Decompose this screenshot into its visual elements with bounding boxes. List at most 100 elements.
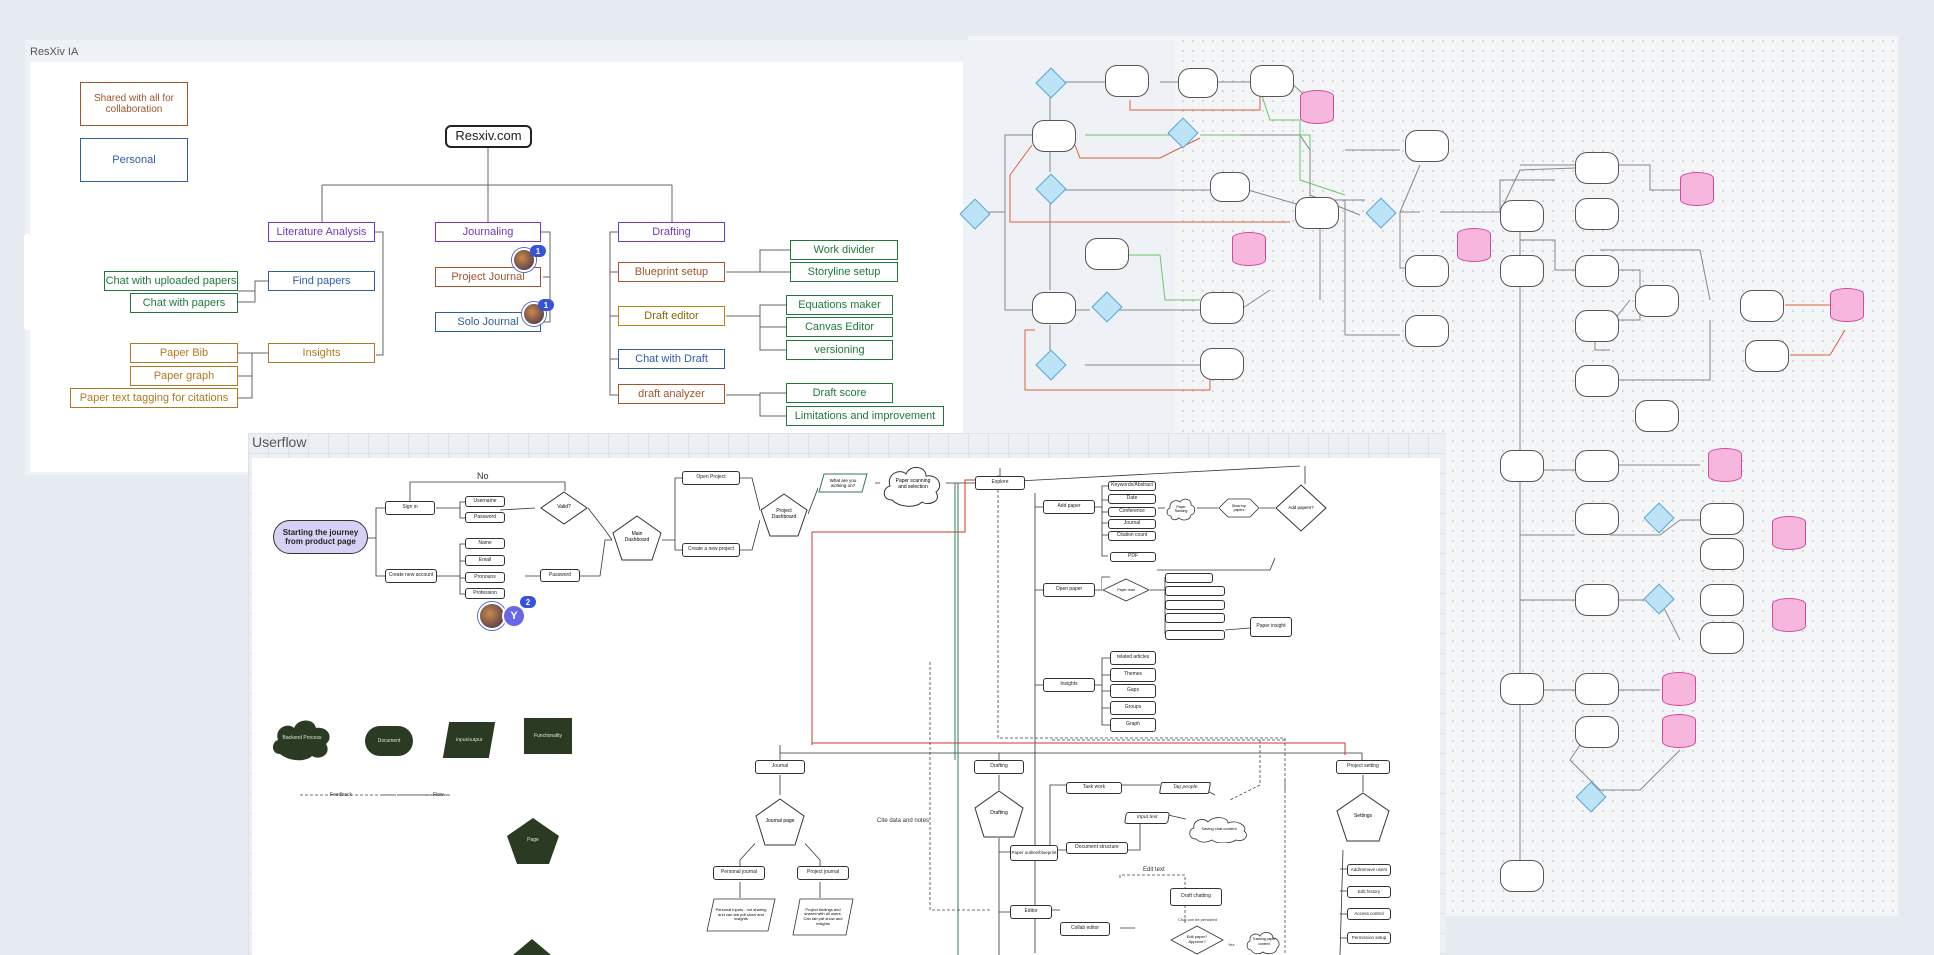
uf-add-papers-label: Add papers? <box>1288 505 1314 511</box>
legend-input-output: Input/output <box>442 722 496 758</box>
uf-main-dashboard-label: Main Dashboard <box>624 531 650 543</box>
uf-edit-paper-diamond: Edit paper? Approve? <box>1170 925 1224 955</box>
uf-paper-outline: Paper outline/blueprint <box>1010 845 1058 861</box>
uf-keywords: Keywords/Abstract <box>1108 481 1156 491</box>
uf-open-paper: Open paper <box>1043 583 1095 597</box>
uf-name: Name <box>465 538 505 549</box>
legend-document: Document <box>365 726 413 756</box>
uf-paper-option-3 <box>1165 600 1225 610</box>
uf-show-top: Show top papers <box>1218 498 1260 518</box>
uf-draft-chatting: Draft chatting <box>1170 888 1222 906</box>
uf-password2: Password <box>540 569 580 582</box>
uf-tracking: Tracking paper content <box>1245 928 1283 955</box>
uf-drafting-page-label: Drafting <box>990 810 1008 817</box>
uf-collab-editor: Collab editor <box>1060 922 1110 936</box>
uf-permission: Permission setup <box>1347 932 1391 944</box>
uf-settings-page: Settings <box>1336 792 1390 842</box>
uf-yes-label: Yes <box>1228 942 1235 947</box>
uf-document-structure: Document structure <box>1066 842 1128 854</box>
userflow-badge: 2 <box>520 596 536 608</box>
legend-backend-process: Backend Process <box>270 716 334 762</box>
uf-settings-label: Settings <box>1353 813 1373 820</box>
uf-show-top-label: Show top papers <box>1231 503 1247 512</box>
legend-functionality: Functionality <box>524 718 572 754</box>
uf-personal-journal: Personal journal <box>713 866 765 880</box>
uf-paper-scanning: Paper scanning and selection <box>880 462 946 507</box>
uf-edit-paper-label: Edit paper? Approve? <box>1186 934 1208 944</box>
uf-paper-ranking-label: Paper Ranking <box>1174 504 1188 513</box>
uf-explore: Explore <box>975 476 1025 490</box>
legend-flow-label: Flow <box>433 792 444 798</box>
uf-valid-diamond: Valid? <box>540 491 588 525</box>
legend-page-label: Page <box>527 837 539 844</box>
uf-paper-read: Paper read <box>1102 578 1150 602</box>
uf-tag-people: Tag people <box>1158 782 1212 794</box>
uf-sign-in: Sign in <box>385 501 435 515</box>
uf-paper-ranking: Paper Ranking <box>1165 496 1197 522</box>
uf-saving-chat-label: Saving chat content <box>1201 825 1237 831</box>
uf-add-paper: Add paper <box>1043 500 1095 514</box>
uf-insights: Insights <box>1043 678 1095 692</box>
uf-project-findings: Project findings and shared with all use… <box>792 898 854 936</box>
legend-backend-label: Backend Process <box>282 735 322 742</box>
start-journey-node: Starting the journey from product page <box>273 520 368 554</box>
uf-what-working: What are you working on? <box>818 473 868 493</box>
uf-add-members: Add/remove users <box>1347 864 1391 876</box>
legend-shape-partial <box>512 938 552 955</box>
uf-edit-text: Edit text <box>1143 867 1165 873</box>
uf-main-dashboard: Main Dashboard <box>612 515 662 561</box>
uf-project-dashboard-label: Project Dashboard <box>771 508 797 520</box>
uf-journal-page-label: Journal page <box>765 818 795 825</box>
uf-paper-scanning-label: Paper scanning and selection <box>895 477 931 490</box>
uf-journal: Journal <box>755 760 805 774</box>
uf-create-project: Create a new project <box>682 543 740 557</box>
uf-tracking-label: Tracking paper content <box>1252 937 1276 946</box>
uf-add-papers-diamond: Add papers? <box>1275 484 1327 532</box>
legend-feedback-label: Feedback <box>330 792 352 798</box>
uf-paper-option-5 <box>1165 630 1225 640</box>
uf-date: Date <box>1108 494 1156 504</box>
uf-what-working-label: What are you working on? <box>829 477 857 488</box>
uf-project-dashboard: Project Dashboard <box>760 493 808 537</box>
uf-paper-option-2 <box>1165 586 1225 596</box>
userflow-user-chip: Y <box>502 604 526 628</box>
uf-username: Username <box>465 496 505 507</box>
uf-related: related articles <box>1110 651 1156 665</box>
uf-cite-data: Cite data and notes <box>877 818 930 824</box>
uf-drafting-page: Drafting <box>974 790 1024 838</box>
uf-paper-option-4 <box>1165 613 1225 623</box>
uf-task-work: Task work <box>1066 782 1122 794</box>
uf-access-control: Access control <box>1347 908 1391 920</box>
uf-valid-label: Valid? <box>557 504 571 511</box>
uf-personal-inputs: Personal inputs - not sharing and can ta… <box>706 898 776 932</box>
uf-project-setting: Project setting <box>1336 760 1390 774</box>
uf-open-project: Open Project <box>682 471 740 485</box>
uf-input-text: Input text <box>1123 812 1171 824</box>
no-label: No <box>477 471 489 481</box>
legend-page: Page <box>506 817 560 865</box>
uf-project-findings-label: Project findings and shared with all use… <box>803 906 843 926</box>
uf-profession: Profession <box>465 588 505 599</box>
uf-journal-src: Journal <box>1108 519 1156 529</box>
uf-themes: Themes <box>1110 668 1156 682</box>
uf-create-account: Create new account <box>385 569 437 583</box>
uf-saving-chat: Saving chat content <box>1186 815 1252 843</box>
uf-edit-history: Edit history <box>1347 886 1391 898</box>
uf-pronouns: Pronouns <box>465 572 505 583</box>
uf-paper-read-label: Paper read <box>1117 587 1135 592</box>
uf-paper-option-1 <box>1165 573 1213 583</box>
uf-password: Password <box>465 512 505 523</box>
uf-chat-persisted: Chat can be persisted <box>1178 917 1217 922</box>
uf-citation: Citation count <box>1108 531 1156 541</box>
userflow-connectors <box>300 465 1364 955</box>
uf-pdf: PDF <box>1110 552 1156 562</box>
uf-editor: Editor <box>1010 905 1052 919</box>
uf-conference: Conference <box>1108 507 1156 517</box>
uf-email: Email <box>465 555 505 566</box>
uf-project-journal: Project journal <box>797 866 849 880</box>
uf-journal-page: Journal page <box>755 798 805 846</box>
uf-paper-insight: Paper insight <box>1250 617 1292 637</box>
uf-personal-inputs-label: Personal inputs - not sharing and can ta… <box>715 907 767 922</box>
uf-graph: Graph <box>1110 718 1156 732</box>
uf-gaps: Gaps <box>1110 684 1156 698</box>
